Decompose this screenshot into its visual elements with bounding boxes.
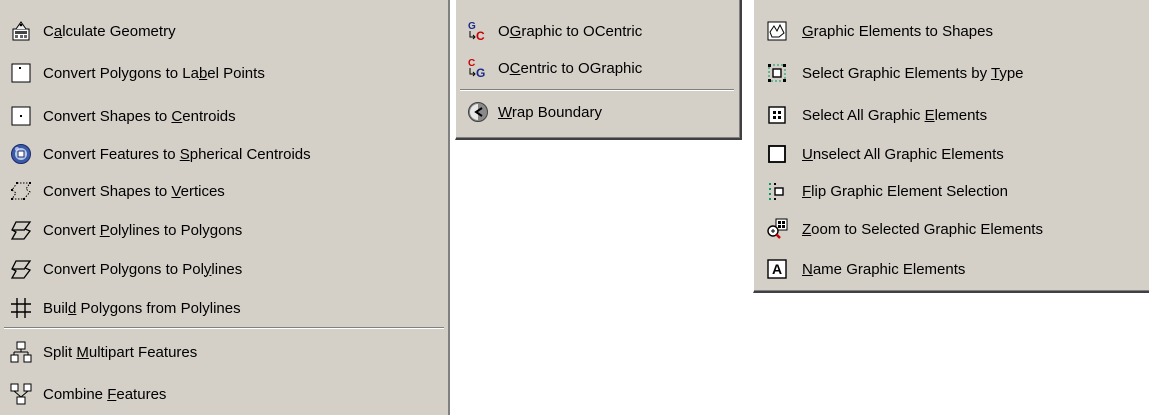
flip-selection-icon (766, 180, 788, 202)
select-all-icon (766, 104, 788, 126)
menu-item-combine-features[interactable]: Combine Features (0, 375, 448, 413)
graphic-elements-menu: Graphic Elements to Shapes Select Graphi… (753, 0, 1149, 293)
menu-item-flip-graphic-element-selection[interactable]: Flip Graphic Element Selection (754, 172, 1149, 210)
split-multipart-icon (10, 341, 32, 363)
menu-item-convert-shapes-to-vertices[interactable]: Convert Shapes to Vertices (0, 172, 448, 210)
svg-text:C: C (476, 29, 485, 42)
svg-text:G: G (468, 21, 476, 32)
menu-item-convert-polygons-to-polylines[interactable]: Convert Polygons to Polylines (0, 250, 448, 288)
menu-item-label: Convert Shapes to Vertices (43, 182, 225, 200)
centric-to-graphic-icon: CG (467, 57, 489, 79)
menu-item-label: Graphic Elements to Shapes (802, 22, 993, 40)
menu-item-label: Convert Polygons to Label Points (43, 64, 265, 82)
wrap-boundary-icon (467, 101, 489, 123)
menu-item-zoom-to-selected-graphic-elements[interactable]: Zoom to Selected Graphic Elements (754, 210, 1149, 248)
menu-item-label: Flip Graphic Element Selection (802, 182, 1008, 200)
polygons-to-polylines-icon (10, 258, 32, 280)
menu-item-select-all-graphic-elements[interactable]: Select All Graphic Elements (754, 96, 1149, 134)
menu-item-convert-features-to-spherical-centroids[interactable]: Convert Features to Spherical Centroids (0, 135, 448, 173)
calculate-geometry-icon (10, 20, 32, 42)
menu-item-label: Select Graphic Elements by Type (802, 64, 1024, 82)
menu-item-label: OGraphic to OCentric (498, 22, 643, 40)
menu-item-label: Calculate Geometry (43, 22, 176, 40)
menu-separator (460, 89, 734, 91)
menu-item-label: OCentric to OGraphic (498, 59, 643, 77)
name-graphic-icon: A (766, 258, 788, 280)
menu-item-label: Build Polygons from Polylines (43, 299, 241, 317)
menu-item-graphic-elements-to-shapes[interactable]: Graphic Elements to Shapes (754, 12, 1149, 50)
menu-separator (4, 327, 444, 329)
zoom-selected-icon (766, 218, 788, 240)
menu-item-label: Split Multipart Features (43, 343, 198, 361)
menu-item-convert-polylines-to-polygons[interactable]: Convert Polylines to Polygons (0, 211, 448, 249)
build-polygons-icon (10, 297, 32, 319)
svg-text:C: C (468, 58, 475, 69)
menu-item-calculate-geometry[interactable]: Calculate Geometry (0, 12, 448, 50)
spherical-centroid-icon (10, 143, 32, 165)
menu-item-label: Convert Shapes to Centroids (43, 107, 236, 125)
coordinate-conversion-menu: GC OGraphic to OCentric CG OCentric to O… (455, 0, 742, 140)
menu-item-convert-polygons-to-label-points[interactable]: Convert Polygons to Label Points (0, 54, 448, 92)
menu-item-ocentric-to-ographic[interactable]: CG OCentric to OGraphic (456, 49, 740, 87)
menu-item-wrap-boundary[interactable]: Wrap Boundary (456, 93, 740, 131)
menu-item-label: Wrap Boundary (498, 103, 602, 121)
svg-text:A: A (772, 261, 782, 277)
vertices-icon (10, 180, 32, 202)
menu-item-label: Zoom to Selected Graphic Elements (802, 220, 1043, 238)
menu-item-label: Convert Features to Spherical Centroids (43, 145, 311, 163)
select-by-type-icon (766, 62, 788, 84)
menu-item-unselect-all-graphic-elements[interactable]: Unselect All Graphic Elements (754, 135, 1149, 173)
menu-item-label: Combine Features (43, 385, 167, 403)
menu-item-label: Name Graphic Elements (802, 260, 966, 278)
menu-item-label: Select All Graphic Elements (802, 106, 988, 124)
menu-item-label: Convert Polygons to Polylines (43, 260, 243, 278)
label-points-icon (10, 62, 32, 84)
menu-item-label: Unselect All Graphic Elements (802, 145, 1004, 163)
unselect-all-icon (766, 143, 788, 165)
centroid-icon (10, 105, 32, 127)
svg-text:G: G (476, 66, 485, 79)
graphic-to-shapes-icon (766, 20, 788, 42)
polylines-to-polygons-icon (10, 219, 32, 241)
menu-item-name-graphic-elements[interactable]: A Name Graphic Elements (754, 250, 1149, 288)
combine-features-icon (10, 383, 32, 405)
menu-item-label: Convert Polylines to Polygons (43, 221, 243, 239)
menu-item-convert-shapes-to-centroids[interactable]: Convert Shapes to Centroids (0, 97, 448, 135)
graphic-to-centric-icon: GC (467, 20, 489, 42)
menu-item-split-multipart-features[interactable]: Split Multipart Features (0, 333, 448, 371)
menu-item-ographic-to-ocentric[interactable]: GC OGraphic to OCentric (456, 12, 740, 50)
menu-item-select-graphic-elements-by-type[interactable]: Select Graphic Elements by Type (754, 54, 1149, 92)
menu-item-build-polygons-from-polylines[interactable]: Build Polygons from Polylines (0, 289, 448, 327)
geometry-tools-menu: Calculate Geometry Convert Polygons to L… (0, 0, 450, 415)
